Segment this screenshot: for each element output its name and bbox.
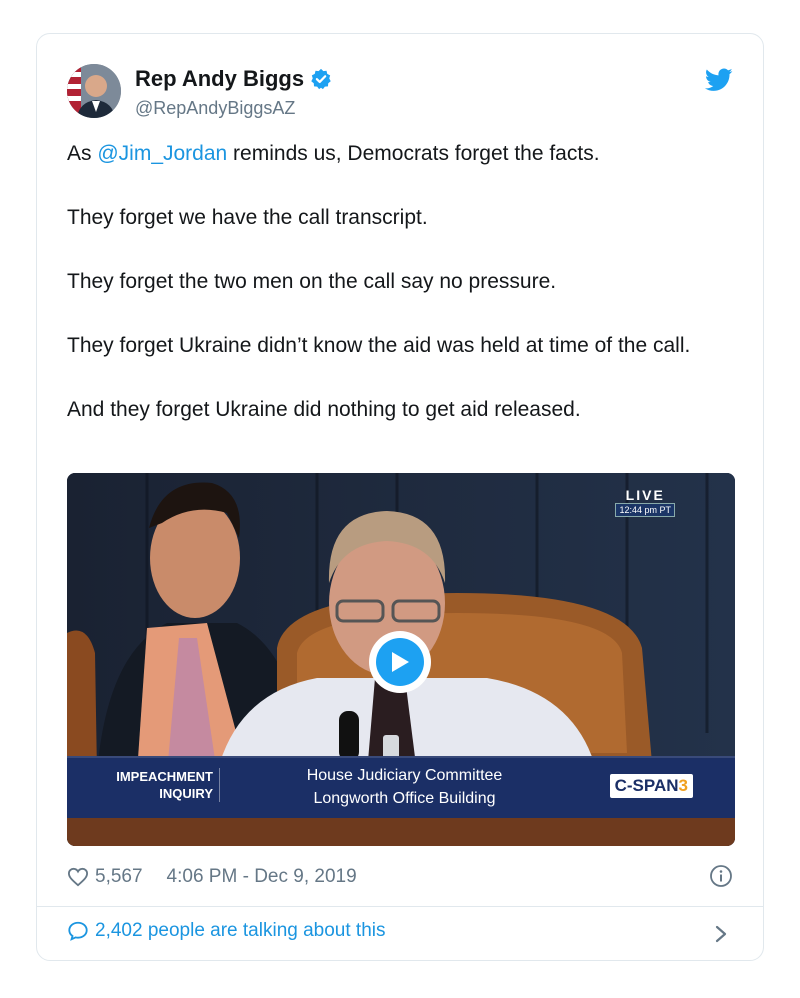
heart-icon[interactable] xyxy=(67,867,89,887)
tweet-card: Rep Andy Biggs @RepAndyBiggsAZ As @Jim_J… xyxy=(36,33,764,961)
play-icon xyxy=(392,652,409,672)
author-name[interactable]: Rep Andy Biggs xyxy=(135,66,304,92)
talking-count-text[interactable]: 2,402 people are talking about this xyxy=(95,920,386,942)
chyron-caption-line-2: Longworth Office Building xyxy=(313,790,496,807)
tweet-text-fragment: reminds us, Democrats forget the facts. xyxy=(227,142,600,165)
chyron-tag: IMPEACHMENT INQUIRY xyxy=(101,768,220,802)
twitter-bird-icon[interactable] xyxy=(705,68,733,92)
tweet-line-2: They forget we have the call transcript. xyxy=(67,206,428,229)
play-button[interactable] xyxy=(369,631,431,693)
speech-bubble-icon xyxy=(68,921,88,941)
conversation-link[interactable]: 2,402 people are talking about this xyxy=(67,920,386,942)
live-indicator: LIVE 12:44 pm PT xyxy=(615,487,675,517)
desk-edge xyxy=(67,818,735,846)
tweet-line-1: As @Jim_Jordan reminds us, Democrats for… xyxy=(67,138,737,170)
avatar[interactable] xyxy=(67,64,121,118)
author-handle[interactable]: @RepAndyBiggsAZ xyxy=(135,98,295,119)
play-icon-circle xyxy=(376,638,424,686)
chyron-caption: House Judiciary Committee Longworth Offi… xyxy=(272,764,537,810)
video-player[interactable]: LIVE 12:44 pm PT IMPEACHMENT INQUIRY Hou… xyxy=(67,473,735,846)
tweet-timestamp[interactable]: 4:06 PM - Dec 9, 2019 xyxy=(167,866,357,888)
network-name: C-SPAN xyxy=(614,776,679,795)
tweet-text-fragment: As xyxy=(67,142,98,165)
live-label: LIVE xyxy=(625,487,665,503)
verified-badge-icon xyxy=(311,68,331,90)
chyron-tag-line-2: INQUIRY xyxy=(159,786,213,801)
like-count[interactable]: 5,567 xyxy=(95,866,143,888)
divider xyxy=(37,906,763,907)
tweet-line-3: They forget the two men on the call say … xyxy=(67,270,557,293)
avatar-photo xyxy=(67,64,121,118)
chyron-caption-line-1: House Judiciary Committee xyxy=(306,767,503,784)
info-icon[interactable] xyxy=(709,864,733,888)
live-time: 12:44 pm PT xyxy=(615,503,675,517)
chyron-tag-line-1: IMPEACHMENT xyxy=(116,769,213,784)
chevron-right-icon[interactable] xyxy=(713,924,729,944)
author-name-row[interactable]: Rep Andy Biggs xyxy=(135,66,332,92)
network-logo: C-SPAN3 xyxy=(609,774,693,798)
tweet-line-5: And they forget Ukraine did nothing to g… xyxy=(67,398,581,421)
network-number: 3 xyxy=(678,776,688,795)
tweet-line-4: They forget Ukraine didn’t know the aid … xyxy=(67,334,691,357)
tweet-text: As @Jim_Jordan reminds us, Democrats for… xyxy=(67,138,737,458)
tweet-meta: 5,567 4:06 PM - Dec 9, 2019 xyxy=(67,864,357,890)
mention-link[interactable]: @Jim_Jordan xyxy=(97,142,227,165)
news-chyron: IMPEACHMENT INQUIRY House Judiciary Comm… xyxy=(67,756,735,818)
